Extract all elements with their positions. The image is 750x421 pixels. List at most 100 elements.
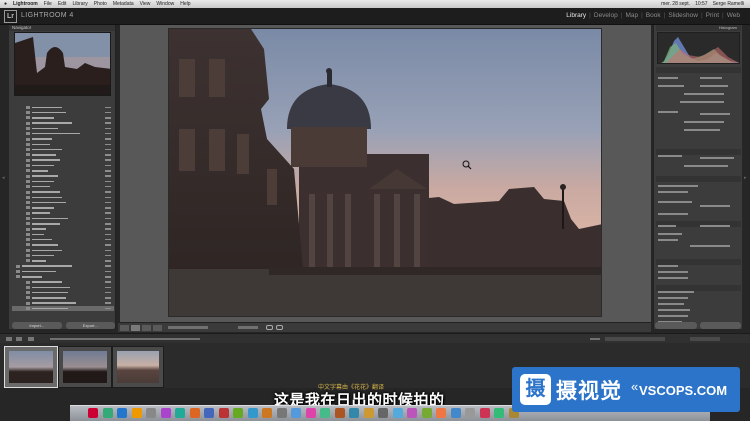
dock-app-icon[interactable] — [349, 408, 359, 418]
dock-app-icon[interactable] — [392, 408, 403, 418]
folder-row[interactable] — [12, 137, 114, 142]
dock-app-icon[interactable] — [494, 408, 504, 418]
dock-app-icon[interactable] — [262, 408, 272, 418]
folder-row[interactable] — [12, 237, 114, 242]
histogram-header[interactable]: Histogram — [656, 25, 741, 31]
folder-row[interactable] — [12, 211, 114, 216]
folder-row[interactable] — [12, 147, 114, 152]
dock-app-icon[interactable] — [102, 408, 113, 418]
folder-row[interactable] — [12, 296, 114, 301]
folder-row[interactable] — [12, 179, 114, 184]
menu-view[interactable]: View — [140, 1, 151, 7]
rating-stars[interactable] — [238, 326, 258, 329]
module-map[interactable]: Map — [625, 12, 638, 19]
navigator-header[interactable]: Navigator — [9, 25, 115, 31]
folder-row[interactable] — [12, 253, 114, 258]
folder-row[interactable] — [12, 227, 114, 232]
menu-edit[interactable]: Edit — [58, 1, 67, 7]
dock-app-icon[interactable] — [189, 408, 200, 418]
left-panel-toggle-icon[interactable]: ◂ — [2, 175, 6, 181]
dock-app-icon[interactable] — [436, 408, 446, 418]
dock-app-icon[interactable] — [421, 408, 432, 418]
folder-row[interactable] — [12, 222, 114, 227]
folder-row[interactable] — [12, 131, 114, 136]
module-library[interactable]: Library — [566, 12, 586, 19]
loupe-view-icon[interactable] — [131, 325, 140, 331]
folder-row[interactable] — [12, 174, 114, 179]
menu-window[interactable]: Window — [156, 1, 174, 7]
folder-row[interactable] — [12, 275, 114, 280]
module-slideshow[interactable]: Slideshow — [668, 12, 698, 19]
menu-help[interactable]: Help — [180, 1, 190, 7]
folder-row[interactable] — [12, 105, 114, 110]
folder-row[interactable] — [12, 269, 114, 274]
rotate-right-icon[interactable] — [276, 325, 283, 330]
module-print[interactable]: Print — [706, 12, 719, 19]
module-web[interactable]: Web — [727, 12, 740, 19]
dock-app-icon[interactable] — [276, 408, 287, 418]
grid-view-icon[interactable] — [120, 325, 129, 331]
sync-button[interactable] — [655, 322, 697, 329]
filmstrip-source-path[interactable] — [50, 338, 200, 340]
menubar-user[interactable]: Serge Ramelli — [713, 1, 744, 7]
folder-row[interactable] — [12, 290, 114, 295]
folder-row[interactable] — [12, 184, 114, 189]
dock-app-icon[interactable] — [88, 408, 98, 418]
main-photo[interactable] — [168, 28, 602, 317]
dock-app-icon[interactable] — [479, 408, 490, 418]
apple-icon[interactable]: ● — [4, 1, 7, 7]
folder-row[interactable] — [12, 153, 114, 158]
dock-app-icon[interactable] — [320, 408, 330, 418]
folder-row[interactable] — [12, 200, 114, 205]
filmstrip-grid-icon[interactable] — [28, 337, 34, 341]
filter-stars[interactable] — [605, 337, 665, 341]
folder-row[interactable] — [12, 163, 114, 168]
dock-app-icon[interactable] — [247, 408, 258, 418]
folder-row[interactable] — [12, 142, 114, 147]
menu-metadata[interactable]: Metadata — [113, 1, 134, 7]
folder-row[interactable] — [12, 126, 114, 131]
folder-row[interactable] — [12, 110, 114, 115]
folder-row[interactable] — [12, 248, 114, 253]
dock-app-icon[interactable] — [465, 408, 475, 418]
right-panel-section-header[interactable] — [656, 67, 741, 73]
folder-row[interactable] — [12, 232, 114, 237]
dock-app-icon[interactable] — [160, 408, 171, 418]
dock-app-icon[interactable] — [175, 408, 185, 418]
menu-photo[interactable]: Photo — [94, 1, 107, 7]
dock-app-icon[interactable] — [407, 408, 417, 418]
dock-app-icon[interactable] — [378, 408, 388, 418]
folder-row[interactable] — [12, 206, 114, 211]
folder-row[interactable] — [12, 121, 114, 126]
export-button[interactable]: Export... — [65, 322, 115, 329]
folder-row[interactable] — [12, 264, 114, 269]
dock-app-icon[interactable] — [218, 408, 229, 418]
dock-app-icon[interactable] — [334, 408, 345, 418]
dock-app-icon[interactable] — [363, 408, 374, 418]
dock-app-icon[interactable] — [291, 408, 301, 418]
filmstrip-monitor-icon[interactable] — [6, 337, 12, 341]
import-button[interactable]: Import... — [12, 322, 62, 329]
filmstrip-second-monitor-icon[interactable] — [16, 337, 22, 341]
sync-settings-button[interactable] — [699, 322, 741, 329]
folder-row[interactable] — [12, 285, 114, 290]
right-panel-toggle-icon[interactable]: ▸ — [744, 175, 748, 181]
folder-row[interactable] — [12, 306, 114, 311]
folder-row[interactable] — [12, 243, 114, 248]
menu-lightroom[interactable]: Lightroom — [13, 1, 38, 7]
filter-preset-dropdown[interactable] — [690, 337, 720, 341]
folder-row[interactable] — [12, 158, 114, 163]
folder-row[interactable] — [12, 259, 114, 264]
folder-row[interactable] — [12, 195, 114, 200]
filmstrip-thumbnail[interactable] — [112, 346, 164, 388]
module-book[interactable]: Book — [646, 12, 661, 19]
menu-file[interactable]: File — [44, 1, 52, 7]
folder-row[interactable] — [12, 116, 114, 121]
folder-row[interactable] — [12, 301, 114, 306]
dock-app-icon[interactable] — [131, 408, 142, 418]
dock-app-icon[interactable] — [233, 408, 243, 418]
dock-app-icon[interactable] — [117, 408, 127, 418]
folder-row[interactable] — [12, 190, 114, 195]
dock-app-icon[interactable] — [146, 408, 156, 418]
dock-app-icon[interactable] — [305, 408, 316, 418]
